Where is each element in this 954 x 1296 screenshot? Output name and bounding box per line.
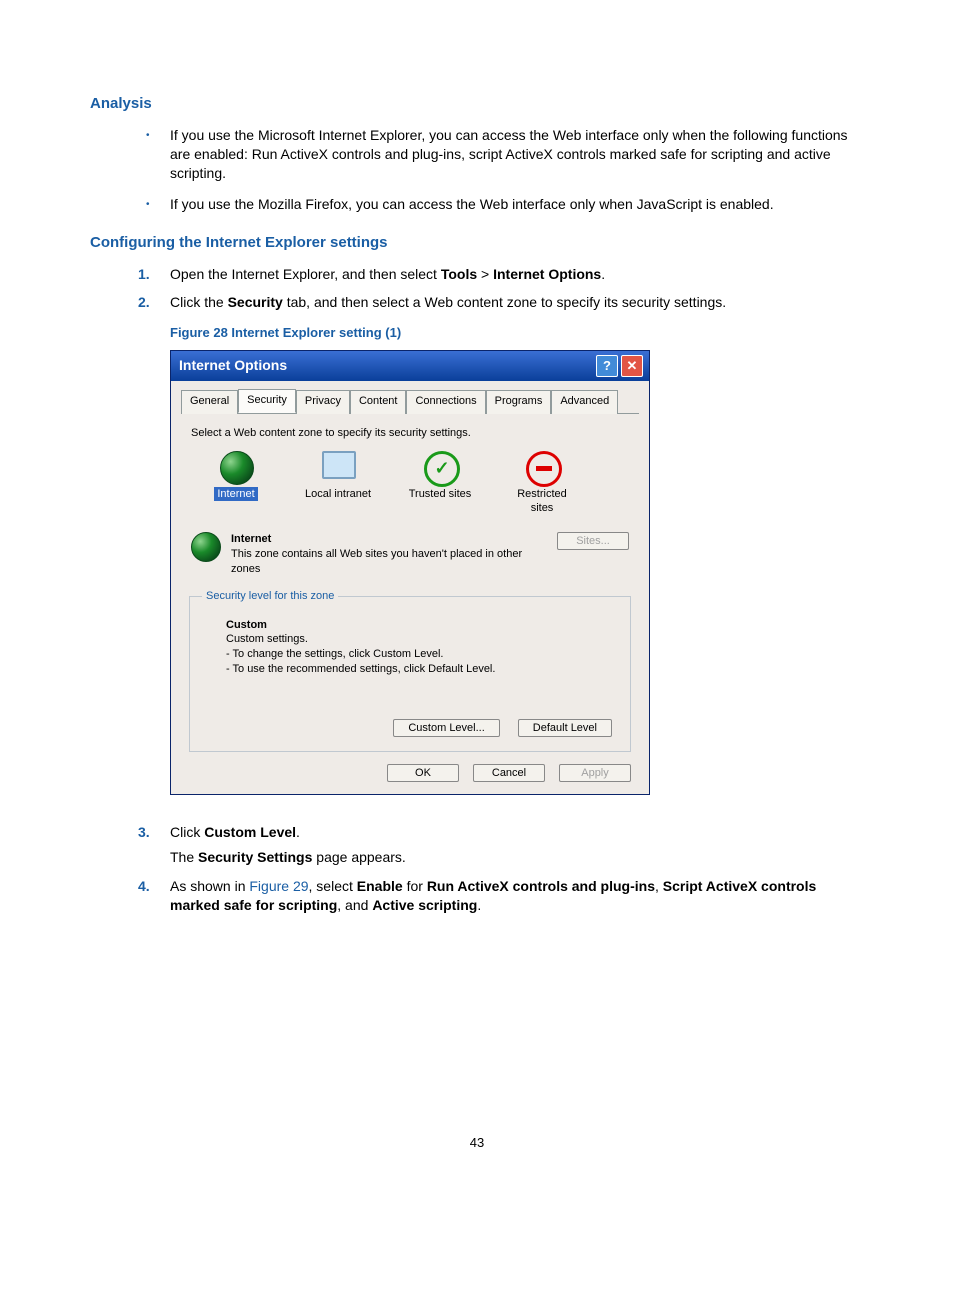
heading-configuring: Configuring the Internet Explorer settin… xyxy=(90,234,864,251)
step-sep: > xyxy=(477,266,493,282)
custom-level-button[interactable]: Custom Level... xyxy=(393,719,499,737)
step-text: Open the Internet Explorer, and then sel… xyxy=(170,266,441,282)
step-text: Click xyxy=(170,824,204,840)
sites-button[interactable]: Sites... xyxy=(557,532,629,550)
minus-icon xyxy=(526,451,562,487)
step-bold: Internet Options xyxy=(493,266,601,282)
dialog-titlebar: Internet Options ? ✕ xyxy=(171,351,649,381)
step-text: . xyxy=(296,824,300,840)
zone-internet[interactable]: Internet xyxy=(201,451,271,502)
ok-button[interactable]: OK xyxy=(387,764,459,782)
step-2: Click the Security tab, and then select … xyxy=(170,293,864,795)
step-bold: Custom Level xyxy=(204,824,296,840)
tab-security[interactable]: Security xyxy=(238,389,296,413)
tab-general[interactable]: General xyxy=(181,390,238,414)
security-level-group: Security level for this zone Custom Cust… xyxy=(189,589,631,752)
zone-restricted-sites[interactable]: Restricted sites xyxy=(507,451,577,517)
dialog-title: Internet Options xyxy=(179,356,287,375)
default-level-button[interactable]: Default Level xyxy=(518,719,612,737)
step-bold: Tools xyxy=(441,266,477,282)
zone-label: Internet xyxy=(214,487,257,502)
help-button[interactable]: ? xyxy=(596,355,618,377)
tabstrip: General Security Privacy Content Connect… xyxy=(181,389,639,414)
bullet-item: If you use the Mozilla Firefox, you can … xyxy=(170,195,864,214)
tab-content[interactable]: Content xyxy=(350,390,407,414)
zone-info-title: Internet xyxy=(231,532,547,547)
step-text: The xyxy=(170,849,198,865)
step-4: As shown in Figure 29, select Enable for… xyxy=(170,877,864,915)
bullet-item: If you use the Microsoft Internet Explor… xyxy=(170,126,864,183)
step-text: tab, and then select a Web content zone … xyxy=(283,294,726,310)
apply-button[interactable]: Apply xyxy=(559,764,631,782)
step-text: page appears. xyxy=(312,849,405,865)
zone-info-panel: Internet This zone contains all Web site… xyxy=(191,532,629,577)
steps-list: Open the Internet Explorer, and then sel… xyxy=(90,265,864,915)
figure-link[interactable]: Figure 29 xyxy=(249,878,308,894)
analysis-bullets: If you use the Microsoft Internet Explor… xyxy=(90,126,864,214)
zone-trusted-sites[interactable]: ✓ Trusted sites xyxy=(405,451,475,502)
step-bold: Security Settings xyxy=(198,849,312,865)
step-text: , select xyxy=(309,878,357,894)
step-text: , xyxy=(655,878,663,894)
zone-icons-row: Internet Local intranet ✓ Trusted sites xyxy=(201,451,639,517)
custom-title: Custom xyxy=(226,618,618,633)
zone-info-desc: This zone contains all Web sites you hav… xyxy=(231,547,547,577)
page-number: 43 xyxy=(90,1135,864,1150)
tab-connections[interactable]: Connections xyxy=(406,390,485,414)
step-bold: Enable xyxy=(357,878,403,894)
cancel-button[interactable]: Cancel xyxy=(473,764,545,782)
step-text: , and xyxy=(337,897,372,913)
dialog-body: General Security Privacy Content Connect… xyxy=(171,381,649,794)
step-1: Open the Internet Explorer, and then sel… xyxy=(170,265,864,284)
step-text: . xyxy=(477,897,481,913)
step-3: Click Custom Level. The Security Setting… xyxy=(170,823,864,867)
figure-caption: Figure 28 Internet Explorer setting (1) xyxy=(170,324,864,342)
heading-analysis: Analysis xyxy=(90,95,864,112)
step-bold: Run ActiveX controls and plug-ins xyxy=(427,878,655,894)
close-button[interactable]: ✕ xyxy=(621,355,643,377)
globe-icon xyxy=(220,451,254,485)
step-text: Click the xyxy=(170,294,228,310)
custom-line: - To use the recommended settings, click… xyxy=(226,662,618,677)
step-text: . xyxy=(601,266,605,282)
zone-instruction: Select a Web content zone to specify its… xyxy=(191,426,639,441)
zone-label: Local intranet xyxy=(305,487,371,502)
check-icon: ✓ xyxy=(424,451,460,487)
help-icon: ? xyxy=(603,357,611,375)
close-icon: ✕ xyxy=(627,357,638,375)
security-level-legend: Security level for this zone xyxy=(202,589,338,604)
step-bold: Active scripting xyxy=(372,897,477,913)
dialog-footer: OK Cancel Apply xyxy=(181,764,639,782)
tab-programs[interactable]: Programs xyxy=(486,390,552,414)
tab-privacy[interactable]: Privacy xyxy=(296,390,350,414)
step-bold: Security xyxy=(228,294,283,310)
step-text: for xyxy=(403,878,427,894)
custom-line: Custom settings. xyxy=(226,632,618,647)
zone-label: Restricted sites xyxy=(507,487,577,517)
custom-lines: Custom settings. - To change the setting… xyxy=(226,632,618,677)
globe-icon xyxy=(191,532,221,562)
step-text: As shown in xyxy=(170,878,249,894)
custom-line: - To change the settings, click Custom L… xyxy=(226,647,618,662)
zone-local-intranet[interactable]: Local intranet xyxy=(303,451,373,502)
zone-label: Trusted sites xyxy=(409,487,472,502)
monitor-icon xyxy=(322,451,356,479)
tab-advanced[interactable]: Advanced xyxy=(551,390,618,414)
internet-options-dialog: Internet Options ? ✕ General Security Pr… xyxy=(170,350,650,795)
document-page: Analysis If you use the Microsoft Intern… xyxy=(0,0,954,1190)
